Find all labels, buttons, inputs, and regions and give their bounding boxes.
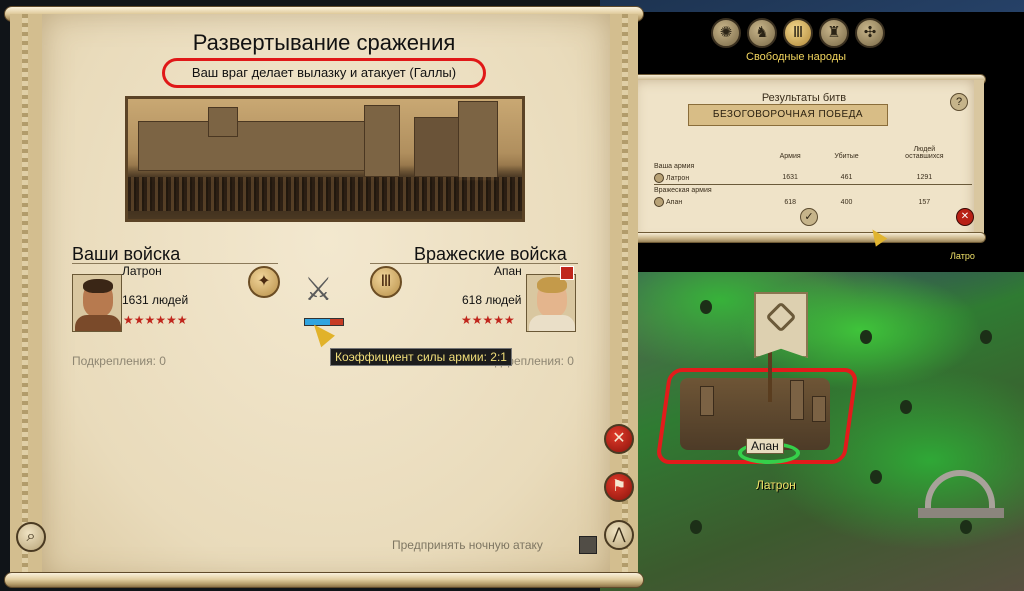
faction-icon-1[interactable]: ✺	[711, 18, 741, 48]
withdraw-button[interactable]: ✕	[604, 424, 634, 454]
night-attack-checkbox[interactable]	[579, 536, 597, 554]
map-tree	[860, 330, 872, 344]
player-general-portrait[interactable]	[72, 274, 122, 332]
crossed-swords-icon: ⚔	[304, 271, 333, 307]
enemy-forces-heading: Вражеские войска	[414, 244, 567, 264]
enemy-army-count: 618	[784, 198, 796, 206]
map-tree	[870, 470, 882, 484]
map-tree	[900, 400, 912, 414]
portrait-body	[529, 315, 575, 331]
map-army-label-partial: Латро	[950, 251, 975, 261]
player-reinforcements: Подкрепления: 0	[72, 354, 166, 368]
player-divider	[72, 263, 278, 264]
col-remaining: Людей оставшихся	[877, 144, 972, 160]
map-tree	[960, 520, 972, 534]
zoom-magnifier-button[interactable]: ⌕	[16, 522, 46, 552]
faction-icon-2[interactable]: ♞	[747, 18, 777, 48]
player-forces-heading: Ваши войска	[72, 244, 181, 264]
results-close-button[interactable]: ✕	[956, 208, 974, 226]
faction-icon-bar: ✺ ♞ Ⅲ ♜ ✣	[711, 18, 885, 48]
table-row: Латрон 1631 461 1291	[654, 172, 972, 185]
strength-ratio-tooltip: Коэффициент силы армии: 2:1	[330, 348, 512, 366]
col-army: Армия	[779, 153, 801, 160]
enemy-general-portrait[interactable]	[526, 274, 576, 332]
faction-icon-4[interactable]: ♜	[819, 18, 849, 48]
auto-resolve-button[interactable]: ⚑	[604, 472, 634, 502]
city-name-label[interactable]: Апан	[746, 438, 784, 454]
player-general-name: Латрон	[666, 174, 690, 182]
portrait-hair	[83, 279, 113, 293]
player-faction-emblem-icon[interactable]: ✦	[248, 266, 280, 298]
city-wall	[138, 121, 388, 171]
player-general-name: Латрон	[122, 264, 162, 278]
results-table: Армия Убитые Людей оставшихся Ваша армия …	[654, 144, 972, 208]
faction-title: Свободные народы	[746, 51, 847, 63]
enemy-command-stars: ★★★★★	[461, 313, 515, 327]
battle-illustration	[125, 96, 525, 222]
results-title: Результаты битв	[761, 92, 847, 104]
enemy-faction-emblem-icon[interactable]: Ⅲ	[370, 266, 402, 298]
faction-icon-5[interactable]: ✣	[855, 18, 885, 48]
player-command-stars: ★★★★★★	[123, 313, 188, 327]
wall-tower	[364, 105, 400, 177]
col-remaining-line-2: оставшихся	[905, 153, 944, 160]
battle-results-panel: Результаты битв ? БЕЗОГОВОРОЧНАЯ ПОБЕДА …	[624, 80, 984, 242]
enemy-divider	[370, 263, 578, 264]
enemy-faction-flag-icon	[560, 266, 574, 280]
section-label-player: Ваша армия	[654, 162, 695, 170]
night-attack-label: Предпринять ночную атаку	[392, 538, 543, 552]
col-remaining-line-1: Людей	[913, 146, 936, 153]
table-row: Апан 618 400 157	[654, 196, 972, 208]
player-killed-count: 461	[816, 172, 877, 185]
results-scroll-roll-bottom	[622, 232, 986, 243]
enemy-remaining-count: 157	[918, 198, 931, 206]
enemy-men-count: 618 людей	[462, 293, 522, 307]
enemy-faction-icon	[654, 197, 664, 207]
player-faction-icon	[654, 172, 664, 183]
map-tree	[690, 520, 702, 534]
confirm-check-button[interactable]: ✓	[800, 208, 818, 226]
player-remaining-count: 1291	[876, 172, 972, 185]
fight-battle-button[interactable]: ⋀	[604, 520, 634, 550]
deployment-title: Развертывание сражения	[192, 30, 456, 55]
enemy-killed-count: 400	[840, 198, 853, 206]
faction-icon-3-shield[interactable]: Ⅲ	[783, 18, 813, 48]
wall-tower	[458, 101, 498, 181]
player-men-count: 1631 людей	[122, 293, 189, 307]
wall-tower	[208, 107, 238, 137]
section-label-enemy: Вражеская армия	[654, 186, 712, 194]
map-tree	[980, 330, 992, 344]
deployment-subtitle: Ваш враг делает вылазку и атакует (Галлы…	[162, 58, 486, 88]
victory-banner: БЕЗОГОВОРОЧНАЯ ПОБЕДА	[688, 104, 888, 126]
ruins-base	[918, 508, 1004, 518]
col-killed: Убитые	[834, 153, 859, 160]
scroll-roll-bottom	[4, 572, 644, 588]
player-army-count: 1631	[764, 172, 817, 185]
enemy-general-name: Апан	[666, 198, 683, 206]
help-button[interactable]: ?	[950, 93, 968, 111]
army-name-label[interactable]: Латрон	[756, 478, 796, 492]
portrait-body	[75, 315, 121, 331]
charging-warriors	[128, 177, 522, 211]
map-tree	[700, 300, 712, 314]
enemy-general-name: Апан	[494, 264, 522, 278]
